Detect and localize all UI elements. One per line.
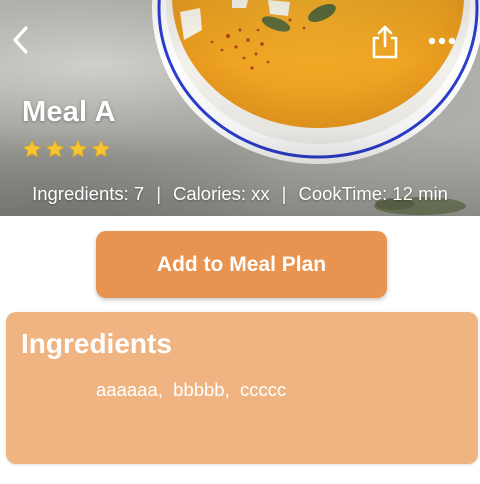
ingredient-item: bbbbb — [173, 379, 225, 400]
add-to-meal-plan-button[interactable]: Add to Meal Plan — [96, 231, 387, 298]
meal-title: Meal A — [22, 96, 116, 128]
more-horizontal-icon — [428, 37, 456, 45]
star-icon — [22, 139, 42, 158]
meal-meta-row: Ingredients: 7 | Calories: xx | CookTime… — [0, 183, 480, 205]
back-button[interactable] — [4, 22, 38, 58]
chevron-left-icon — [13, 26, 28, 54]
star-icon — [91, 139, 111, 158]
cook-time-value: CookTime: 12 min — [298, 183, 448, 204]
ingredient-separator: , — [157, 379, 174, 400]
ingredient-separator: , — [224, 379, 241, 400]
more-options-button[interactable] — [424, 28, 460, 54]
share-icon — [372, 25, 398, 59]
ingredients-list: aaaaaa , bbbbb , ccccc — [96, 379, 286, 401]
ingredient-item: ccccc — [240, 379, 287, 400]
ingredients-count: Ingredients: 7 — [32, 183, 145, 204]
rating-stars — [22, 139, 111, 159]
share-button[interactable] — [368, 22, 402, 62]
star-icon — [68, 139, 88, 158]
meta-separator: | — [281, 183, 287, 204]
calories-value: Calories: xx — [173, 183, 270, 204]
star-icon — [45, 139, 65, 158]
meta-separator: | — [156, 183, 162, 204]
ingredient-item: aaaaaa — [96, 379, 158, 400]
add-to-meal-plan-label: Add to Meal Plan — [156, 252, 327, 276]
ingredients-heading: Ingredients — [21, 328, 172, 359]
ingredients-card: Ingredients aaaaaa , bbbbb , ccccc — [6, 312, 478, 464]
